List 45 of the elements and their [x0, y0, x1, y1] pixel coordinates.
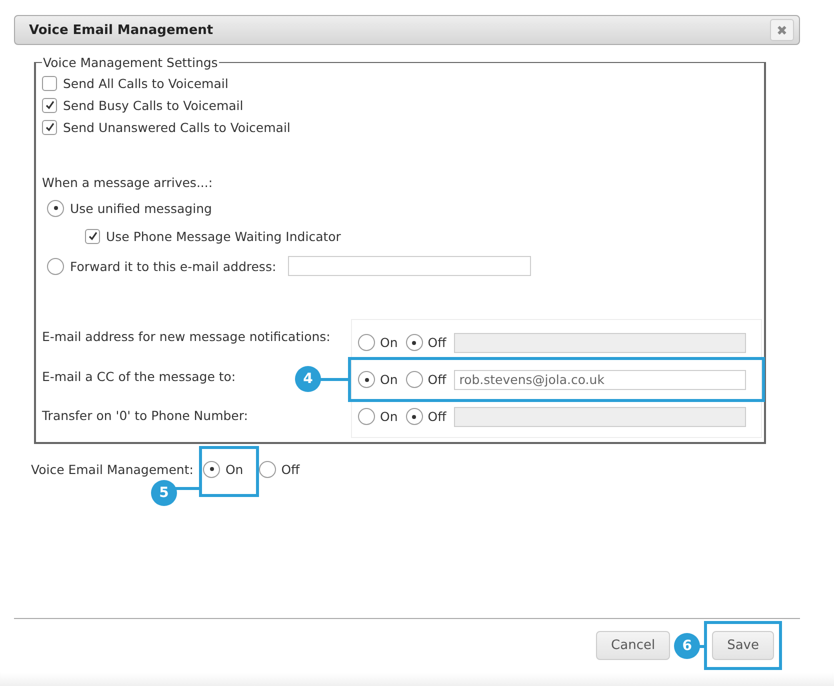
radio-label: On	[380, 335, 398, 350]
leader-line	[175, 487, 201, 490]
radio-label: On	[380, 372, 398, 387]
leader-line	[318, 378, 350, 381]
checkbox[interactable]	[42, 120, 57, 134]
radio-button[interactable]	[358, 371, 375, 388]
radio-label: Use unified messaging	[70, 200, 212, 216]
dialog-title: Voice Email Management	[29, 22, 214, 38]
check-icon	[88, 231, 98, 241]
callout-badge: 5	[151, 480, 177, 506]
radio-button[interactable]	[406, 371, 423, 388]
email-input-field[interactable]	[288, 256, 532, 276]
row-label: Transfer on '0' to Phone Number:	[42, 407, 248, 426]
check-icon	[44, 122, 54, 132]
row-label: E-mail address for new message notifications:	[42, 328, 330, 346]
checkbox[interactable]	[42, 98, 57, 112]
checkbox-label: Use Phone Message Waiting Indicator	[106, 228, 341, 244]
radio-button[interactable]	[259, 460, 276, 478]
radio-label: Off	[428, 335, 446, 350]
checkbox-label: Send Unanswered Calls to Voicemail	[63, 120, 290, 134]
radio-button[interactable]	[203, 460, 220, 478]
callout-badge: 4	[295, 366, 321, 392]
radio-label: Off	[428, 409, 446, 424]
dialog-button[interactable]: Cancel	[596, 631, 670, 660]
checkbox[interactable]	[85, 228, 100, 244]
checkbox[interactable]	[42, 76, 57, 90]
email-input-field[interactable]: rob.stevens@jola.co.uk	[454, 370, 746, 390]
radio-label: Off	[281, 462, 300, 476]
callout-badge: 6	[674, 633, 700, 659]
radio-label: Off	[428, 372, 446, 387]
radio-label: On	[380, 409, 398, 424]
dialog-button[interactable]: Save	[712, 631, 774, 660]
radio-button[interactable]	[47, 258, 64, 274]
radio-button[interactable]	[47, 200, 64, 216]
group-legend: Voice Management Settings	[42, 55, 219, 70]
checkbox-label: Send Busy Calls to Voicemail	[63, 98, 244, 112]
close-button[interactable]: ✖	[770, 19, 794, 41]
row-label: E-mail a CC of the message to:	[42, 368, 236, 386]
setting-label: Voice Email Management:	[31, 462, 194, 476]
radio-label: Forward it to this e-mail address:	[70, 258, 276, 274]
highlight-frame	[199, 446, 259, 497]
checkbox-label: Send All Calls to Voicemail	[63, 76, 228, 90]
section-label: When a message arrives...:	[42, 174, 213, 190]
radio-label: On	[225, 462, 244, 476]
check-icon	[44, 100, 54, 110]
